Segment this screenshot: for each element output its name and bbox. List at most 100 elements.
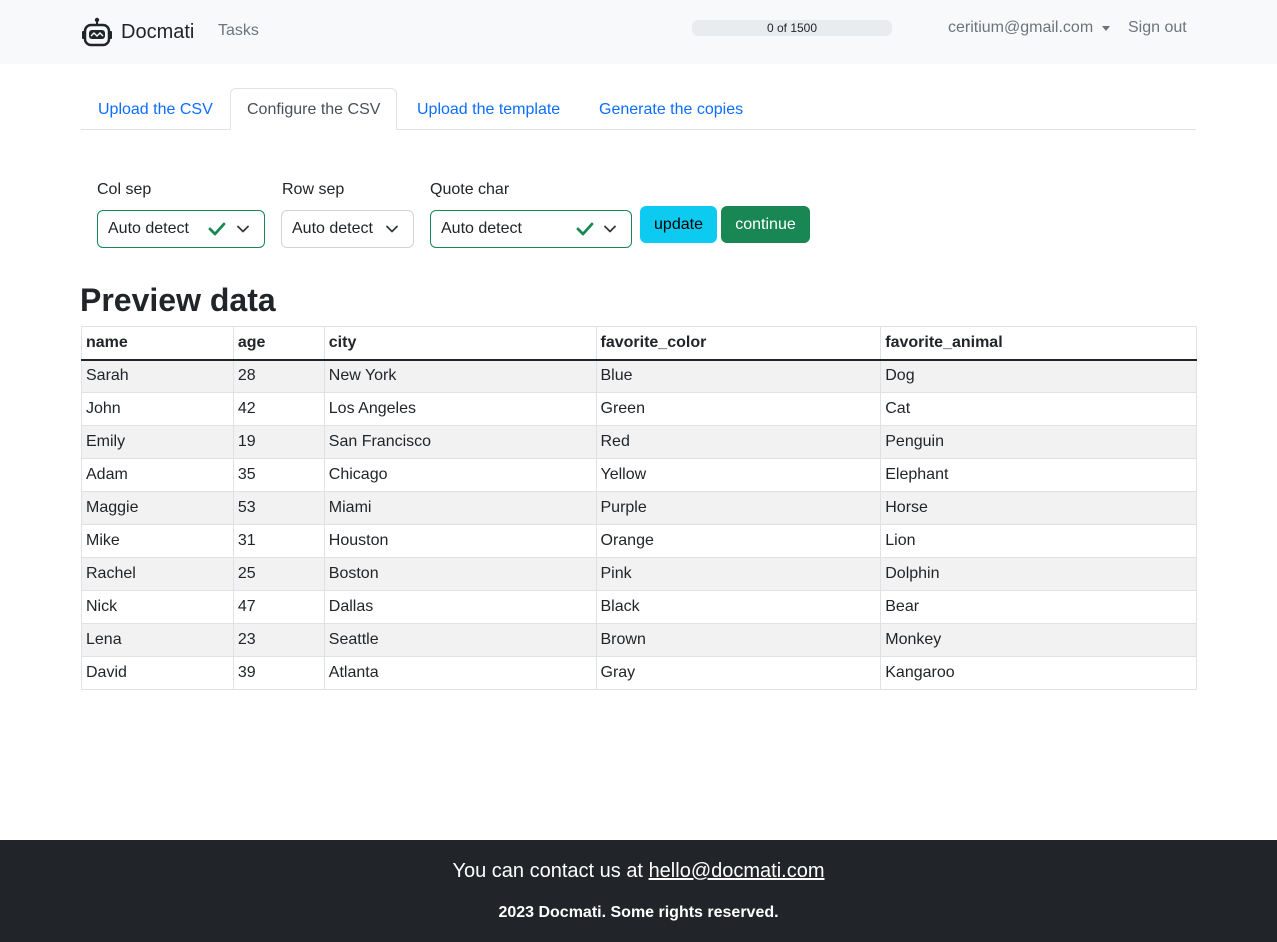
table-cell: 23	[232, 623, 325, 657]
tab-upload-csv[interactable]: Upload the CSV	[81, 88, 230, 130]
table-cell: 19	[232, 425, 325, 459]
tab-generate-copies[interactable]: Generate the copies	[582, 88, 760, 130]
column-header: age	[232, 326, 325, 361]
quote-char-select[interactable]: Auto detect	[430, 210, 632, 248]
check-icon	[206, 211, 228, 247]
update-button[interactable]: update	[640, 206, 717, 243]
top-navbar: Docmati Tasks 0 of 1500 ceritium@gmail.c…	[0, 0, 1277, 64]
table-cell: Sarah	[81, 359, 234, 393]
table-row: Mike 31 Houston Orange Lion	[81, 524, 1197, 558]
chevron-down-icon	[236, 211, 250, 247]
table-cell: Seattle	[323, 623, 597, 657]
table-cell: John	[81, 392, 234, 426]
table-cell: 47	[232, 590, 325, 624]
table-cell: Black	[595, 590, 882, 624]
tab-configure-csv[interactable]: Configure the CSV	[230, 88, 398, 130]
table-cell: Kangaroo	[880, 656, 1197, 690]
table-row: Emily 19 San Francisco Red Penguin	[81, 425, 1197, 459]
usage-progress: 0 of 1500	[692, 20, 892, 36]
table-cell: Yellow	[595, 458, 882, 492]
table-cell: Orange	[595, 524, 882, 558]
table-cell: Chicago	[323, 458, 597, 492]
table-row: Sarah 28 New York Blue Dog	[81, 359, 1197, 393]
tab-upload-template[interactable]: Upload the template	[400, 88, 577, 130]
table-cell: San Francisco	[323, 425, 597, 459]
table-cell: Miami	[323, 491, 597, 525]
table-cell: Lion	[880, 524, 1197, 558]
column-header: favorite_color	[595, 326, 882, 361]
usage-progress-text: 0 of 1500	[766, 21, 818, 35]
table-cell: Monkey	[880, 623, 1197, 657]
table-cell: 42	[232, 392, 325, 426]
col-sep-value: Auto detect	[108, 220, 189, 237]
table-cell: Houston	[323, 524, 597, 558]
table-body: Sarah 28 New York Blue Dog John 42 Los Angeles G…	[81, 359, 1197, 690]
table-row: Maggie 53 Miami Purple Horse	[81, 491, 1197, 525]
table-cell: Adam	[81, 458, 234, 492]
row-sep-value: Auto detect	[292, 220, 373, 237]
table-cell: Horse	[880, 491, 1197, 525]
table-cell: 25	[232, 557, 325, 591]
table-row: Rachel 25 Boston Pink Dolphin	[81, 557, 1197, 591]
table-cell: Purple	[595, 491, 882, 525]
table-cell: David	[81, 656, 234, 690]
quote-char-label: Quote char	[430, 181, 510, 198]
check-icon	[574, 211, 596, 247]
column-header: favorite_animal	[880, 326, 1197, 361]
preview-table: name age city favorite_color favorite_an…	[81, 326, 1197, 690]
table-cell: New York	[323, 359, 597, 393]
brand-name: Docmati	[121, 20, 195, 43]
wizard-tabs: Upload the CSV Configure the CSV Upload …	[81, 88, 1196, 130]
table-cell: Red	[595, 425, 882, 459]
table-cell: Atlanta	[323, 656, 597, 690]
row-sep-select[interactable]: Auto detect	[281, 210, 414, 248]
table-cell: 39	[232, 656, 325, 690]
table-row: David 39 Atlanta Gray Kangaroo	[81, 656, 1197, 690]
table-row: Lena 23 Seattle Brown Monkey	[81, 623, 1197, 657]
table-cell: Emily	[81, 425, 234, 459]
table-cell: Mike	[81, 524, 234, 558]
sign-out-link[interactable]: Sign out	[1128, 19, 1187, 37]
table-cell: 28	[232, 359, 325, 393]
table-cell: Cat	[880, 392, 1197, 426]
column-header: city	[323, 326, 597, 361]
table-cell: Rachel	[81, 557, 234, 591]
col-sep-select[interactable]: Auto detect	[97, 210, 265, 248]
footer-copyright: 2023 Docmati. Some rights reserved.	[498, 904, 779, 921]
table-cell: Maggie	[81, 491, 234, 525]
table-cell: Penguin	[880, 425, 1197, 459]
column-header: name	[81, 326, 234, 361]
user-menu-dropdown[interactable]: ceritium@gmail.com	[948, 19, 1111, 37]
table-cell: Bear	[880, 590, 1197, 624]
table-cell: Green	[595, 392, 882, 426]
table-cell: 35	[232, 458, 325, 492]
brand-link[interactable]: Docmati	[81, 16, 194, 48]
nav-tasks-link[interactable]: Tasks	[218, 22, 259, 40]
table-cell: Los Angeles	[323, 392, 597, 426]
table-cell: Brown	[595, 623, 882, 657]
user-email: ceritium@gmail.com	[948, 19, 1094, 36]
row-sep-label: Row sep	[282, 181, 345, 198]
table-cell: Elephant	[880, 458, 1197, 492]
site-footer: You can contact us at hello@docmati.com …	[0, 840, 1277, 942]
quote-char-value: Auto detect	[441, 220, 522, 237]
table-header-row: name age city favorite_color favorite_an…	[81, 326, 1197, 361]
table-row: Nick 47 Dallas Black Bear	[81, 590, 1197, 624]
footer-contact-text: You can contact us at	[452, 860, 649, 882]
table-cell: Boston	[323, 557, 597, 591]
col-sep-label: Col sep	[97, 181, 152, 198]
table-cell: Dog	[880, 359, 1197, 393]
continue-button[interactable]: continue	[721, 206, 810, 243]
table-cell: Pink	[595, 557, 882, 591]
preview-title: Preview data	[80, 282, 276, 318]
contact-email-link[interactable]: hello@docmati.com	[649, 860, 825, 882]
table-cell: Dallas	[323, 590, 597, 624]
robot-logo-icon	[81, 17, 113, 47]
caret-down-icon	[1102, 26, 1111, 31]
table-cell: 53	[232, 491, 325, 525]
table-cell: Lena	[81, 623, 234, 657]
table-cell: Dolphin	[880, 557, 1197, 591]
table-cell: Gray	[595, 656, 882, 690]
table-cell: Nick	[81, 590, 234, 624]
table-row: John 42 Los Angeles Green Cat	[81, 392, 1197, 426]
